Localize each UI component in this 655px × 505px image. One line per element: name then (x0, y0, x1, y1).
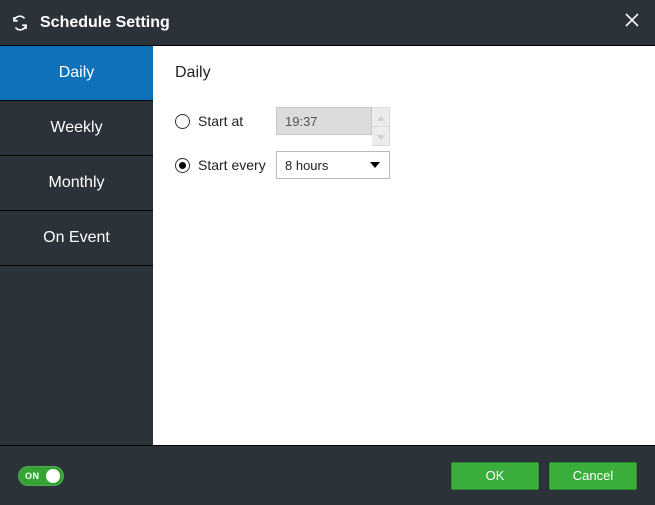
cancel-button[interactable]: Cancel (549, 462, 637, 490)
sidebar: Daily Weekly Monthly On Event (0, 46, 153, 445)
time-spin-up[interactable] (372, 107, 390, 126)
chevron-down-icon (369, 162, 381, 168)
sidebar-item-daily[interactable]: Daily (0, 46, 153, 101)
footer: ON OK Cancel (0, 445, 655, 505)
start-every-row: Start every 8 hours (175, 150, 633, 180)
button-label: Cancel (573, 468, 613, 483)
button-label: OK (486, 468, 505, 483)
sidebar-item-label: On Event (43, 229, 110, 247)
time-spinner (372, 107, 390, 135)
content-heading: Daily (175, 64, 633, 82)
sync-icon (0, 14, 40, 32)
schedule-setting-dialog: Schedule Setting Daily Weekly Monthly On… (0, 0, 655, 505)
ok-button[interactable]: OK (451, 462, 539, 490)
sidebar-item-label: Monthly (48, 174, 104, 192)
sidebar-item-monthly[interactable]: Monthly (0, 156, 153, 211)
start-at-radio[interactable] (175, 114, 190, 129)
close-button[interactable] (609, 0, 655, 46)
chevron-down-icon (377, 127, 385, 145)
enable-toggle[interactable]: ON (18, 466, 64, 486)
start-every-radio[interactable] (175, 158, 190, 173)
sidebar-item-label: Weekly (50, 119, 102, 137)
start-at-time-field[interactable]: 19:37 (276, 107, 390, 135)
time-spin-down[interactable] (372, 126, 390, 146)
start-at-label: Start at (198, 113, 276, 129)
dialog-title: Schedule Setting (40, 14, 170, 32)
titlebar: Schedule Setting (0, 0, 655, 46)
start-every-label: Start every (198, 157, 276, 173)
chevron-up-icon (377, 108, 385, 126)
toggle-knob (46, 469, 60, 483)
start-every-value: 8 hours (285, 158, 328, 173)
toggle-label: ON (25, 471, 40, 481)
content-panel: Daily Start at 19:37 (153, 46, 655, 445)
close-icon (624, 12, 640, 33)
sidebar-item-on-event[interactable]: On Event (0, 211, 153, 266)
sidebar-item-weekly[interactable]: Weekly (0, 101, 153, 156)
start-every-select[interactable]: 8 hours (276, 151, 390, 179)
sidebar-item-label: Daily (59, 64, 95, 82)
start-at-row: Start at 19:37 (175, 106, 633, 136)
start-at-time-value: 19:37 (276, 107, 372, 135)
